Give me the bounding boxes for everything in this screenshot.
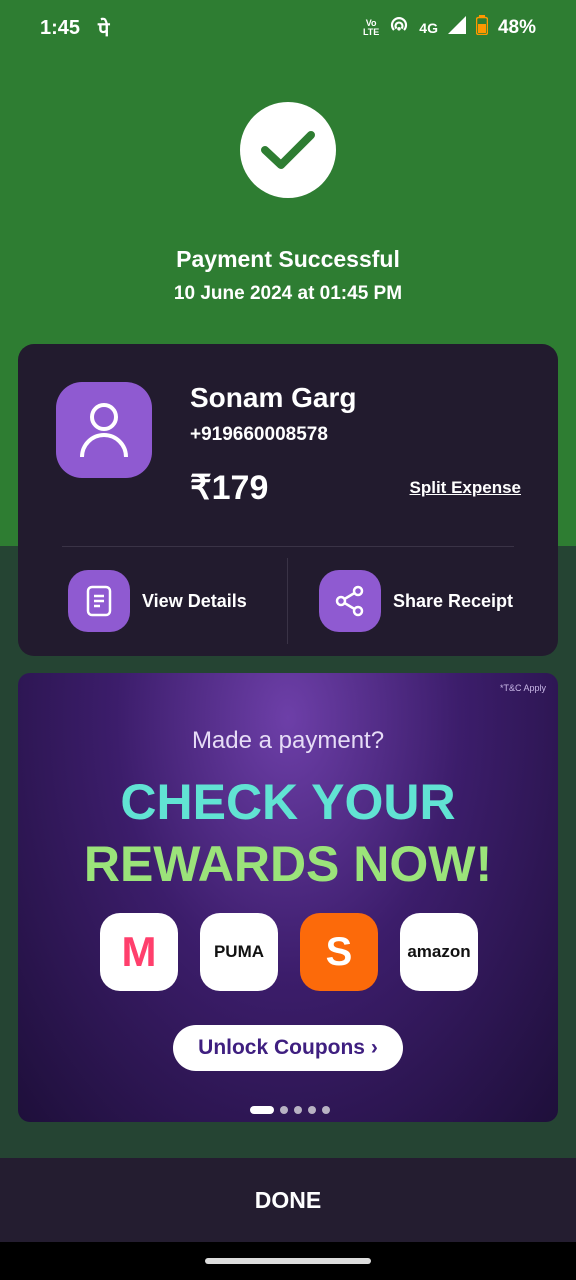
share-icon <box>319 570 381 632</box>
carousel-dot[interactable] <box>322 1106 330 1114</box>
carousel-dot[interactable] <box>294 1106 302 1114</box>
status-time: 1:45 <box>40 16 81 39</box>
banner-subtitle: Made a payment? <box>191 727 385 754</box>
rewards-banner[interactable]: *T&C Apply Made a payment? CHECK YOUR RE… <box>18 673 558 1122</box>
share-receipt-label: Share Receipt <box>393 590 514 611</box>
carousel-dot[interactable] <box>308 1106 316 1114</box>
view-details-button[interactable]: View Details <box>68 570 247 632</box>
success-check-icon <box>240 102 336 198</box>
payment-details-card: Sonam Garg +919660008578 ₹179 Split Expe… <box>18 344 558 656</box>
banner-headline: CHECK YOUR REWARDS NOW! <box>83 774 493 892</box>
payment-datetime: 10 June 2024 at 01:45 PM <box>173 283 403 304</box>
carousel-dot[interactable] <box>280 1106 288 1114</box>
hotspot-icon <box>389 16 409 40</box>
brand-logos: M PUMA S amazon <box>100 913 478 991</box>
amazon-logo-icon: amazon <box>400 913 478 991</box>
myntra-logo-icon: M <box>100 913 178 991</box>
receipt-icon <box>68 570 130 632</box>
carousel-indicator <box>250 1106 330 1114</box>
phonepe-indicator: पे <box>98 18 110 41</box>
home-gesture-handle[interactable] <box>205 1258 371 1264</box>
terms-note: *T&C Apply <box>499 683 546 693</box>
payment-status-title: Payment Successful <box>176 246 400 272</box>
actions-divider <box>287 558 288 644</box>
unlock-coupons-button[interactable]: Unlock Coupons › <box>173 1025 403 1071</box>
battery-icon <box>475 15 489 41</box>
payee-phone: +919660008578 <box>190 424 328 445</box>
battery-percent: 48% <box>497 17 536 38</box>
payment-amount: ₹179 <box>190 469 269 507</box>
system-nav-bar <box>0 1242 576 1280</box>
status-bar: 1:45 पे Vo LTE 4G 48% <box>0 0 576 56</box>
split-expense-link[interactable]: Split Expense <box>410 478 521 498</box>
network-type: 4G <box>419 20 438 36</box>
share-receipt-button[interactable]: Share Receipt <box>319 570 513 632</box>
payee-name: Sonam Garg <box>190 382 357 413</box>
view-details-label: View Details <box>142 590 247 611</box>
puma-logo-icon: PUMA <box>200 913 278 991</box>
payee-avatar-icon <box>56 382 152 478</box>
carousel-dot-active[interactable] <box>250 1106 274 1114</box>
volte-icon: Vo LTE <box>362 18 380 37</box>
done-button[interactable]: DONE <box>0 1158 576 1242</box>
signal-icon <box>447 16 466 40</box>
swiggy-logo-icon: S <box>300 913 378 991</box>
card-divider <box>62 546 514 547</box>
